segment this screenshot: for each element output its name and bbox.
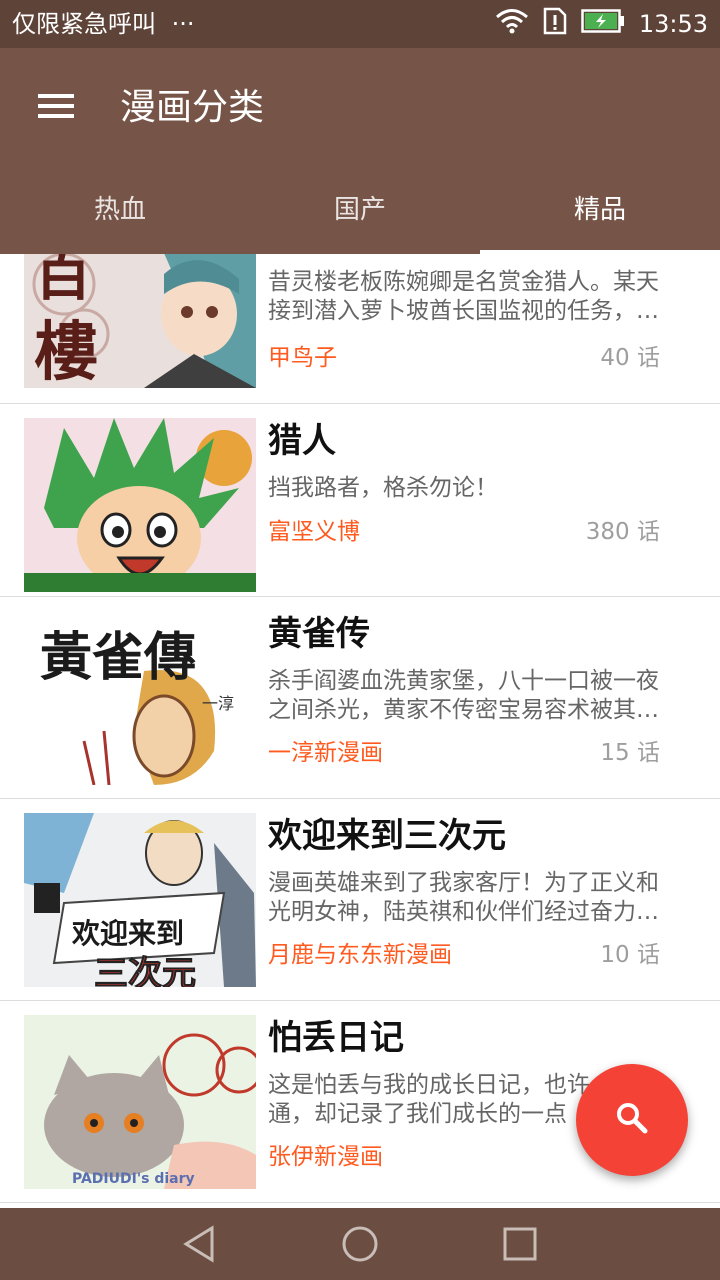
tab-premium[interactable]: 精品 [480,178,720,254]
list-item[interactable]: 百 樓 昔灵楼老板陈婉卿是名赏金猎人。某天 接到潜入萝卜坡酋长国监视的任务，… … [0,254,720,404]
list-item[interactable]: 猎人 挡我路者，格杀勿论！ 富坚义博 380 话 [0,404,720,597]
comic-author[interactable]: 一淳新漫画 [268,737,383,769]
comic-description: 杀手阎婆血洗黄家堡，八十一口被一夜 之间杀光，黄家不传密宝易容术被其… [268,668,659,723]
comic-cover: PADIUDI's diary [24,1015,256,1189]
system-nav-bar [0,1208,720,1280]
category-tabs: 热血 国产 精品 [0,178,720,254]
tab-domestic[interactable]: 国产 [240,178,480,254]
status-bar: 仅限紧急呼叫 ··· 13:53 [0,0,720,48]
chapter-count: 40 话 [600,345,660,371]
comic-cover [24,418,256,592]
cover-author: 一淳 [202,694,234,713]
comic-title: 怕丢日记 [268,1018,404,1058]
comic-author[interactable]: 张伊新漫画 [268,1141,383,1173]
comic-author[interactable]: 富坚义博 [268,516,360,548]
cover-title: 黃雀傳 [40,627,196,688]
back-button[interactable] [180,1224,220,1264]
status-left: 仅限紧急呼叫 ··· [12,8,195,40]
comic-description: 昔灵楼老板陈婉卿是名赏金猎人。某天 接到潜入萝卜坡酋长国监视的任务，… [268,269,659,324]
cover-title: 欢迎来到 [71,917,184,950]
menu-button[interactable] [24,80,88,136]
status-right: 13:53 [495,7,708,41]
home-circle-icon [340,1226,380,1268]
comic-title: 猎人 [268,421,336,461]
cover-title: 百 [34,254,92,308]
wifi-icon [495,8,529,40]
tab-label: 热血 [93,195,146,225]
page-title: 漫画分类 [120,87,265,128]
comic-title: 欢迎来到三次元 [268,816,506,856]
comic-author[interactable]: 月鹿与东东新漫画 [268,939,452,971]
recents-button[interactable] [500,1224,540,1264]
hamburger-menu-icon [37,92,75,124]
comic-author[interactable]: 甲鸟子 [268,342,337,374]
search-fab-button[interactable] [576,1064,688,1176]
search-icon [615,1101,649,1139]
emergency-calls-text: 仅限紧急呼叫 [12,10,156,38]
home-button[interactable] [340,1224,380,1264]
cover-title: 樓 [34,315,98,388]
cover-title: PADIUDI's diary [72,1171,195,1187]
comic-list[interactable]: 百 樓 昔灵楼老板陈婉卿是名赏金猎人。某天 接到潜入萝卜坡酋长国监视的任务，… … [0,254,720,1208]
list-item[interactable]: 欢迎来到 三次元 欢迎来到三次元 漫画英雄来到了我家客厅！为了正义和 光明女神，… [0,799,720,1001]
clock: 13:53 [638,10,708,38]
tab-label: 国产 [333,195,386,225]
chapter-count: 380 话 [585,519,660,545]
sim-alert-icon [543,7,567,41]
comic-title: 黄雀传 [268,614,370,654]
back-triangle-icon [180,1225,220,1268]
comic-cover: 黃雀傳 一淳 [24,611,256,785]
recents-square-icon [500,1227,540,1268]
more-notifications: ··· [171,10,195,38]
chapter-count: 15 话 [600,740,660,766]
app-bar: 漫画分类 热血 国产 精品 [0,48,720,254]
list-item[interactable]: 黃雀傳 一淳 黄雀传 杀手阎婆血洗黄家堡，八十一口被一夜 之间杀光，黄家不传密宝… [0,597,720,799]
comic-cover: 百 樓 [24,254,256,388]
comic-description: 漫画英雄来到了我家客厅！为了正义和 光明女神，陆英祺和伙伴们经过奋力… [268,870,659,925]
cover-title: 三次元 [94,954,196,987]
tab-label: 精品 [573,195,626,225]
comic-cover: 欢迎来到 三次元 [24,813,256,987]
tab-hot-blood[interactable]: 热血 [0,178,240,254]
comic-description: 挡我路者，格杀勿论！ [268,475,498,501]
battery-charging-icon [581,9,625,39]
chapter-count: 10 话 [600,942,660,968]
